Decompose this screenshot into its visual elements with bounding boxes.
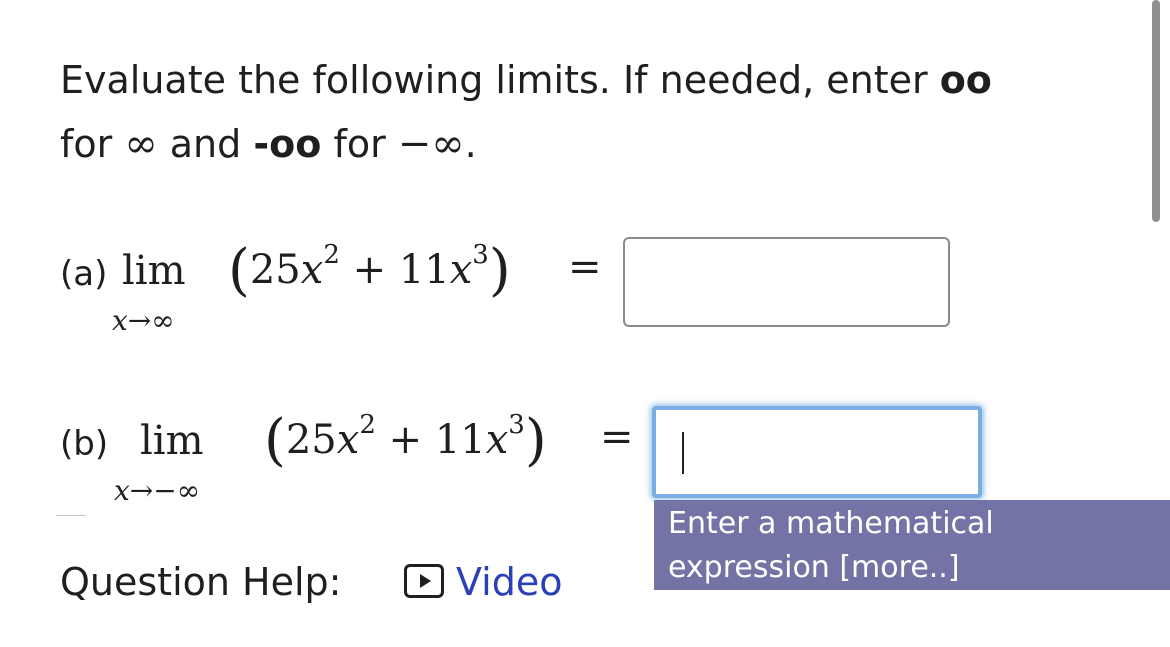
answer-input-a[interactable] <box>623 237 950 327</box>
oo-keyword: oo <box>939 58 992 102</box>
play-icon <box>404 564 444 598</box>
equals-sign: = <box>568 244 602 290</box>
input-hint-tooltip: Enter a mathematical expression [more..] <box>654 500 1170 590</box>
video-help-link[interactable]: Video <box>404 560 562 604</box>
lim-operator: lim <box>122 248 186 294</box>
part-label: (b) <box>60 424 109 464</box>
for-text: for <box>60 122 113 166</box>
neg-infinity-symbol: −∞ <box>397 121 465 167</box>
question-help-label: Question Help: <box>60 560 342 604</box>
infinity-symbol: ∞ <box>124 121 158 167</box>
and-text: and <box>169 122 242 166</box>
instructions: Evaluate the following limits. If needed… <box>60 48 1120 176</box>
limit-subscript: x→−∞ <box>114 474 201 507</box>
scrollbar[interactable] <box>1152 0 1160 222</box>
limit-subscript: x→∞ <box>112 304 175 337</box>
answer-input-b[interactable] <box>652 406 982 498</box>
limit-expression: (25x2 + 11x3) <box>264 408 547 473</box>
divider <box>56 515 86 516</box>
video-link-label: Video <box>456 560 563 604</box>
period: . <box>464 122 477 166</box>
for-text-2: for <box>333 122 386 166</box>
tooltip-line-1: Enter a mathematical <box>668 506 994 541</box>
lim-operator: lim <box>140 418 204 464</box>
more-link[interactable]: expression [more..] <box>668 550 960 585</box>
equals-sign: = <box>600 414 634 460</box>
limit-expression: (25x2 + 11x3) <box>228 238 511 303</box>
instructions-line: Evaluate the following limits. If needed… <box>60 58 940 102</box>
part-label: (a) <box>60 254 108 294</box>
neg-oo-keyword: -oo <box>253 122 322 166</box>
text-caret <box>682 432 684 474</box>
